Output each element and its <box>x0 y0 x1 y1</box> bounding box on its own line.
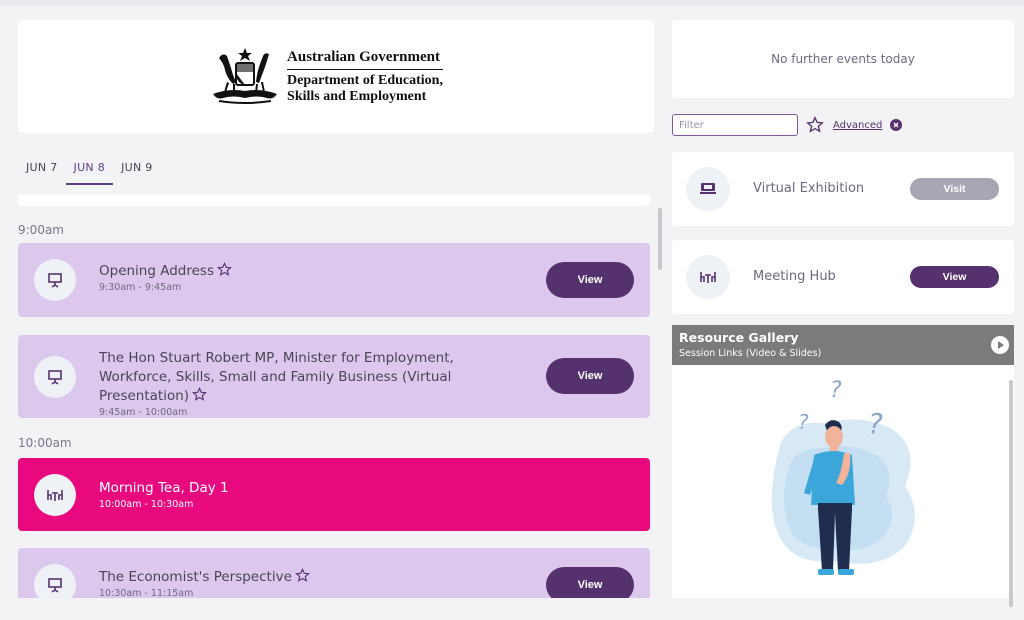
session-title: The Economist's Perspective <box>99 569 292 585</box>
australian-government-logo: Australian Government Department of Educ… <box>209 46 443 108</box>
virtual-exhibition-label: Virtual Exhibition <box>753 181 865 196</box>
session-time: 9:30am - 9:45am <box>99 282 182 293</box>
logo-line-department: Department of Education, <box>287 72 443 88</box>
tab-jun-8[interactable]: JUN 8 <box>65 158 114 185</box>
meeting-hub-view-button[interactable]: View <box>910 266 999 288</box>
session-card-minister-presentation[interactable]: The Hon Stuart Robert MP, Minister for E… <box>18 335 650 418</box>
session-title: Opening Address <box>99 263 214 279</box>
resource-gallery-title: Resource Gallery <box>679 330 799 345</box>
resource-gallery-panel: ? ? ? <box>672 365 1014 598</box>
svg-text:?: ? <box>798 410 809 434</box>
session-card-opening-address[interactable]: Opening Address 9:30am - 9:45am View <box>18 243 650 317</box>
schedule-scrollbar[interactable] <box>658 208 662 270</box>
tab-jun-9[interactable]: JUN 9 <box>113 158 161 185</box>
resource-gallery-subtitle: Session Links (Video & Slides) <box>679 348 822 359</box>
tab-jun-7[interactable]: JUN 7 <box>18 158 66 185</box>
meeting-hub-label: Meeting Hub <box>753 269 836 284</box>
confused-person-illustration: ? ? ? <box>771 378 915 575</box>
meeting-table-icon <box>686 255 730 299</box>
view-button[interactable]: View <box>546 358 634 394</box>
session-title: The Hon Stuart Robert MP, Minister for E… <box>99 350 454 404</box>
favorite-star-icon[interactable] <box>294 568 310 583</box>
resource-gallery-header[interactable]: Resource Gallery Session Links (Video & … <box>672 325 1014 365</box>
no-events-message: No further events today <box>771 52 915 66</box>
exhibition-booth-icon <box>686 167 730 211</box>
session-title: Morning Tea, Day 1 <box>99 480 229 496</box>
svg-text:?: ? <box>868 407 883 440</box>
coat-of-arms-icon <box>213 47 278 104</box>
view-button[interactable]: View <box>546 262 634 298</box>
presentation-icon <box>34 356 76 398</box>
session-card-morning-tea[interactable]: Morning Tea, Day 1 10:00am - 10:30am <box>18 458 650 531</box>
clear-filter-icon[interactable] <box>890 119 903 131</box>
session-card-economists-perspective[interactable]: The Economist's Perspective 10:30am - 11… <box>18 548 650 598</box>
filter-bar: Advanced <box>672 114 903 136</box>
schedule-list[interactable]: 9:00am Opening Address 9:30am - 9:45am V… <box>18 195 656 598</box>
date-tabs: JUN 7 JUN 8 JUN 9 <box>18 158 161 185</box>
play-circle-icon[interactable] <box>991 336 1009 354</box>
presentation-icon <box>34 259 76 301</box>
view-button[interactable]: View <box>546 567 634 598</box>
virtual-exhibition-card[interactable]: Virtual Exhibition Visit <box>672 152 1014 226</box>
gallery-scrollbar[interactable] <box>1009 380 1013 607</box>
advanced-filter-link[interactable]: Advanced <box>833 120 882 131</box>
meeting-hub-card[interactable]: Meeting Hub View <box>672 240 1014 314</box>
sponsor-logo-card: Australian Government Department of Educ… <box>18 20 654 133</box>
session-time: 9:45am - 10:00am <box>99 407 188 418</box>
svg-text:?: ? <box>830 378 842 403</box>
logo-line-government: Australian Government <box>287 49 443 70</box>
favorite-star-icon[interactable] <box>192 387 208 402</box>
top-border <box>0 0 1024 5</box>
time-label-10am: 10:00am <box>18 436 72 450</box>
visit-button[interactable]: Visit <box>910 178 999 200</box>
time-label-9am: 9:00am <box>18 223 64 237</box>
session-time: 10:00am - 10:30am <box>99 499 194 510</box>
logo-line-skills: Skills and Employment <box>287 88 427 104</box>
favorites-filter-star-icon[interactable] <box>806 116 824 134</box>
previous-session-card <box>18 195 650 206</box>
favorite-star-icon[interactable] <box>217 262 232 277</box>
upcoming-events-card: No further events today <box>672 20 1014 98</box>
session-time: 10:30am - 11:15am <box>99 588 194 598</box>
filter-input[interactable] <box>672 114 798 136</box>
presentation-icon <box>34 564 76 598</box>
meeting-table-icon <box>34 474 76 516</box>
